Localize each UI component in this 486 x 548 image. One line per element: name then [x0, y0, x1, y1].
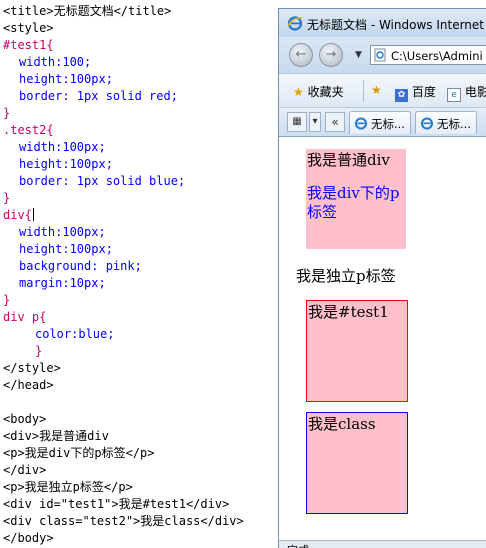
tab-1[interactable]: 无标...: [349, 111, 411, 134]
ie-logo-icon: [421, 117, 433, 130]
fav-baidu-link[interactable]: ✿ 百度: [395, 83, 436, 102]
back-button[interactable]: ←: [289, 43, 313, 67]
code-line: <div id="test1">我是#test1</div>: [3, 497, 230, 511]
code-line: #test1{: [3, 38, 54, 52]
fav-dian-link[interactable]: e 电影: [447, 83, 486, 102]
plain-div-box: 我是普通div 我是div下的p标签: [306, 149, 406, 249]
code-line: </style>: [3, 361, 61, 375]
tab-bar: ▦ ▾ « 无标... 无标...: [279, 107, 486, 136]
code-line: width:100;: [19, 55, 92, 69]
address-bar[interactable]: C:\Users\Admini: [370, 45, 486, 65]
page-icon: [374, 48, 386, 62]
tab-label: 无标...: [371, 117, 405, 131]
code-line: height:100px;: [19, 242, 113, 256]
quick-tabs-button[interactable]: ▦: [287, 112, 307, 132]
standalone-p-text: 我是独立p标签: [296, 267, 396, 285]
code-line: .test2{: [3, 123, 54, 137]
code-line: border: 1px solid blue;: [19, 174, 186, 188]
code-line: margin:10px;: [19, 276, 106, 290]
test1-text: 我是#test1: [308, 303, 389, 321]
code-line: width:100px;: [19, 140, 106, 154]
ie-browser-window: 无标题文档 - Windows Internet ← → ▼ C:\Users\…: [278, 8, 486, 548]
grid-icon: ▦: [292, 116, 302, 127]
div-p-text: 我是div下的p标签: [307, 184, 400, 221]
test2-box: 我是class: [306, 412, 408, 514]
plain-div-text: 我是普通div: [307, 151, 390, 169]
code-line: color:blue;: [35, 327, 115, 341]
code-line: background: pink;: [19, 259, 142, 273]
code-line: <div>我是普通div: [3, 429, 109, 443]
forward-button[interactable]: →: [319, 43, 343, 67]
tab-overflow-button[interactable]: «: [325, 112, 345, 132]
code-line: div{: [3, 208, 34, 222]
tab-list-dropdown[interactable]: ▾: [309, 112, 321, 132]
code-line: <body>: [3, 412, 47, 426]
code-line: </head>: [3, 378, 54, 392]
test1-box: 我是#test1: [306, 300, 408, 402]
code-line: height:100px;: [19, 157, 113, 171]
tab-overflow-label: «: [331, 115, 339, 129]
fav-baidu-label: 百度: [411, 85, 436, 99]
code-line: <title>无标题文档</title>: [3, 4, 172, 18]
back-arrow-icon: ←: [295, 47, 307, 62]
baidu-icon: ✿: [395, 89, 408, 102]
code-line: }: [3, 293, 11, 307]
window-titlebar[interactable]: 无标题文档 - Windows Internet: [279, 9, 486, 37]
ie-page-icon: e: [447, 88, 461, 102]
favorites-label: 收藏夹: [307, 85, 344, 99]
code-line: <p>我是div下的p标签</p>: [3, 446, 155, 460]
status-text: 完成: [287, 542, 309, 548]
favorites-bar: ★ 收藏夹 ★ ✿ 百度 e 电影: [279, 73, 486, 108]
code-editor[interactable]: <title>无标题文档</title> <style> #test1{ width:…: [0, 0, 278, 547]
code-line: }: [3, 106, 11, 120]
window-title: 无标题文档 - Windows Internet: [307, 18, 484, 32]
star-icon: ★: [293, 85, 304, 99]
code-line: }: [3, 191, 11, 205]
fav-dian-label: 电影: [464, 85, 486, 99]
page-content: 我是普通div 我是div下的p标签 我是独立p标签 我是#test1 我是cl…: [279, 136, 486, 541]
favorites-button[interactable]: ★ 收藏夹: [293, 83, 344, 100]
ie-logo-icon: [287, 16, 303, 31]
add-favorite-icon[interactable]: ★: [371, 83, 382, 97]
chevron-down-icon: ▾: [312, 116, 318, 127]
text-cursor: [32, 208, 34, 221]
code-line: }: [35, 344, 43, 358]
code-line: width:100px;: [19, 225, 106, 239]
tab-2[interactable]: 无标...: [415, 111, 477, 134]
code-line: <p>我是独立p标签</p>: [3, 480, 133, 494]
navigation-bar: ← → ▼ C:\Users\Admini: [279, 37, 486, 73]
tab-label: 无标...: [437, 117, 471, 131]
forward-arrow-icon: →: [325, 47, 337, 62]
address-text: C:\Users\Admini: [391, 49, 483, 63]
code-line: </body>: [3, 531, 54, 545]
code-line: border: 1px solid red;: [19, 89, 178, 103]
history-dropdown-icon[interactable]: ▼: [355, 50, 362, 60]
toolbar-divider: [363, 80, 364, 102]
test2-text: 我是class: [308, 415, 376, 433]
ie-logo-icon: [355, 117, 367, 130]
code-line: <style>: [3, 21, 54, 35]
code-line: </div>: [3, 463, 47, 477]
code-line: div p{: [3, 310, 47, 324]
code-line: height:100px;: [19, 72, 113, 86]
code-line: <div class="test2">我是class</div>: [3, 514, 244, 528]
